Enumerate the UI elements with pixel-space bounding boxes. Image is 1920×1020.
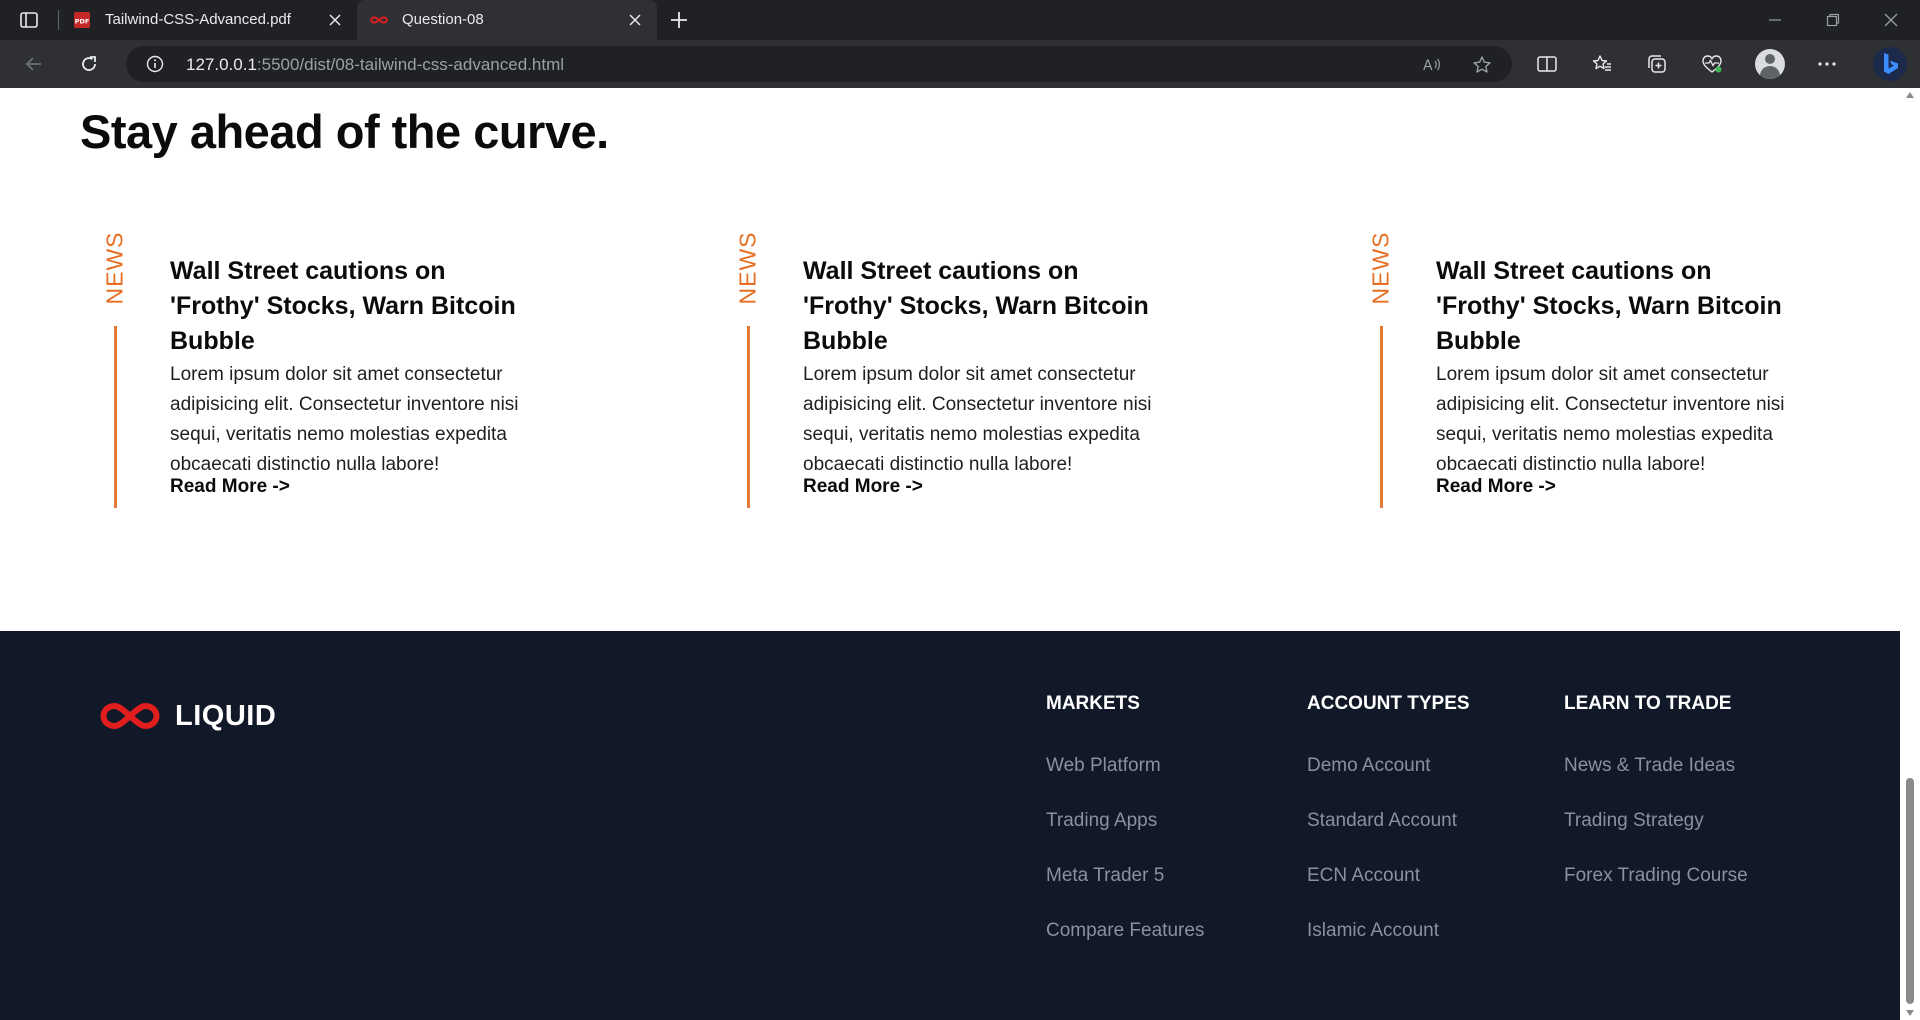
news-card: NEWS Wall Street cautions on 'Frothy' St… bbox=[1348, 231, 1808, 554]
footer-link[interactable]: Compare Features bbox=[1046, 920, 1204, 942]
read-aloud-icon[interactable]: A bbox=[1420, 54, 1442, 76]
close-icon[interactable] bbox=[625, 10, 645, 30]
logo-text: LIQUID bbox=[175, 699, 277, 732]
news-tag-label: NEWS bbox=[101, 231, 128, 305]
news-tag: NEWS bbox=[733, 231, 763, 305]
restore-icon[interactable] bbox=[1821, 8, 1845, 32]
tab-separator bbox=[58, 10, 59, 30]
scroll-down-arrow-icon[interactable] bbox=[1906, 1010, 1914, 1016]
news-tag-label: NEWS bbox=[734, 231, 761, 305]
footer-column-account-types: ACCOUNT TYPES Demo Account Standard Acco… bbox=[1307, 693, 1470, 941]
footer-column-markets: MARKETS Web Platform Trading Apps Meta T… bbox=[1046, 693, 1204, 941]
tab-question-08[interactable]: Question-08 bbox=[357, 0, 657, 40]
footer-heading: MARKETS bbox=[1046, 693, 1140, 714]
news-accent-line bbox=[1380, 326, 1383, 508]
news-accent-line bbox=[114, 326, 117, 508]
page-viewport: Stay ahead of the curve. NEWS Wall Stree… bbox=[0, 88, 1900, 1020]
news-body: Lorem ipsum dolor sit amet consectetur a… bbox=[1436, 364, 1785, 475]
browser-toolbar: 127.0.0.1:5500/dist/08-tailwind-css-adva… bbox=[0, 40, 1920, 88]
footer-link[interactable]: Meta Trader 5 bbox=[1046, 865, 1164, 887]
news-card: NEWS Wall Street cautions on 'Frothy' St… bbox=[715, 231, 1175, 554]
tab-title: Question-08 bbox=[402, 11, 484, 28]
news-title: Wall Street cautions on 'Frothy' Stocks,… bbox=[803, 257, 1149, 355]
footer-heading: ACCOUNT TYPES bbox=[1307, 693, 1470, 714]
tab-pdf[interactable]: PDF Tailwind-CSS-Advanced.pdf bbox=[60, 0, 357, 40]
svg-text:PDF: PDF bbox=[75, 18, 90, 26]
footer-link[interactable]: Standard Account bbox=[1307, 810, 1457, 832]
footer-link[interactable]: ECN Account bbox=[1307, 865, 1420, 887]
url-host: 127.0.0.1 bbox=[186, 55, 257, 74]
url-text[interactable]: 127.0.0.1:5500/dist/08-tailwind-css-adva… bbox=[186, 55, 564, 75]
footer-link[interactable]: Forex Trading Course bbox=[1564, 865, 1748, 887]
news-tag: NEWS bbox=[100, 231, 130, 305]
browser-tab-bar: PDF Tailwind-CSS-Advanced.pdf Question-0… bbox=[0, 0, 1920, 40]
footer-link[interactable]: Web Platform bbox=[1046, 755, 1161, 777]
favorite-star-icon[interactable] bbox=[1471, 54, 1493, 76]
news-body: Lorem ipsum dolor sit amet consectetur a… bbox=[803, 364, 1152, 475]
read-more-link[interactable]: Read More -> bbox=[170, 476, 290, 498]
bing-copilot-icon[interactable] bbox=[1872, 46, 1908, 82]
page-scrollbar[interactable] bbox=[1900, 88, 1920, 1020]
footer-link[interactable]: Trading Strategy bbox=[1564, 810, 1704, 832]
tab-actions-icon[interactable] bbox=[17, 8, 41, 32]
scroll-up-arrow-icon[interactable] bbox=[1906, 92, 1914, 98]
new-tab-plus-icon[interactable] bbox=[667, 8, 691, 32]
news-tag: NEWS bbox=[1366, 231, 1396, 305]
back-arrow-icon[interactable] bbox=[22, 52, 46, 76]
section-title: Stay ahead of the curve. bbox=[80, 105, 609, 158]
collections-icon[interactable] bbox=[1645, 52, 1669, 76]
pdf-icon: PDF bbox=[74, 12, 90, 28]
footer-link[interactable]: News & Trade Ideas bbox=[1564, 755, 1735, 777]
url-path: :5500/dist/08-tailwind-css-advanced.html bbox=[256, 55, 565, 74]
favorites-icon[interactable] bbox=[1590, 52, 1614, 76]
footer-link[interactable]: Trading Apps bbox=[1046, 810, 1157, 832]
footer-link[interactable]: Islamic Account bbox=[1307, 920, 1439, 942]
news-card: NEWS Wall Street cautions on 'Frothy' St… bbox=[82, 231, 542, 554]
news-title: Wall Street cautions on 'Frothy' Stocks,… bbox=[1436, 257, 1782, 355]
minimize-icon[interactable] bbox=[1763, 8, 1787, 32]
news-accent-line bbox=[747, 326, 750, 508]
site-footer: LIQUID MARKETS Web Platform Trading Apps… bbox=[0, 631, 1900, 1020]
svg-text:A: A bbox=[1423, 58, 1433, 74]
profile-avatar[interactable] bbox=[1755, 49, 1785, 79]
footer-logo[interactable]: LIQUID bbox=[99, 699, 276, 733]
tab-title: Tailwind-CSS-Advanced.pdf bbox=[105, 11, 291, 28]
refresh-icon[interactable] bbox=[77, 52, 101, 76]
site-info-icon[interactable] bbox=[146, 55, 164, 73]
scroll-thumb[interactable] bbox=[1906, 778, 1914, 1004]
split-screen-icon[interactable] bbox=[1535, 52, 1559, 76]
address-bar[interactable]: 127.0.0.1:5500/dist/08-tailwind-css-adva… bbox=[126, 46, 1512, 82]
window-close-icon[interactable] bbox=[1879, 8, 1903, 32]
footer-column-learn-to-trade: LEARN TO TRADE News & Trade Ideas Tradin… bbox=[1564, 693, 1748, 886]
news-body: Lorem ipsum dolor sit amet consectetur a… bbox=[170, 364, 519, 475]
more-options-icon[interactable] bbox=[1815, 52, 1839, 76]
close-icon[interactable] bbox=[325, 10, 345, 30]
news-title: Wall Street cautions on 'Frothy' Stocks,… bbox=[170, 257, 516, 355]
infinity-icon bbox=[370, 16, 388, 24]
news-tag-label: NEWS bbox=[1367, 231, 1394, 305]
read-more-link[interactable]: Read More -> bbox=[803, 476, 923, 498]
footer-heading: LEARN TO TRADE bbox=[1564, 693, 1732, 714]
read-more-link[interactable]: Read More -> bbox=[1436, 476, 1556, 498]
browser-essentials-icon[interactable] bbox=[1700, 52, 1724, 76]
infinity-logo-icon bbox=[100, 702, 160, 730]
footer-link[interactable]: Demo Account bbox=[1307, 755, 1431, 777]
